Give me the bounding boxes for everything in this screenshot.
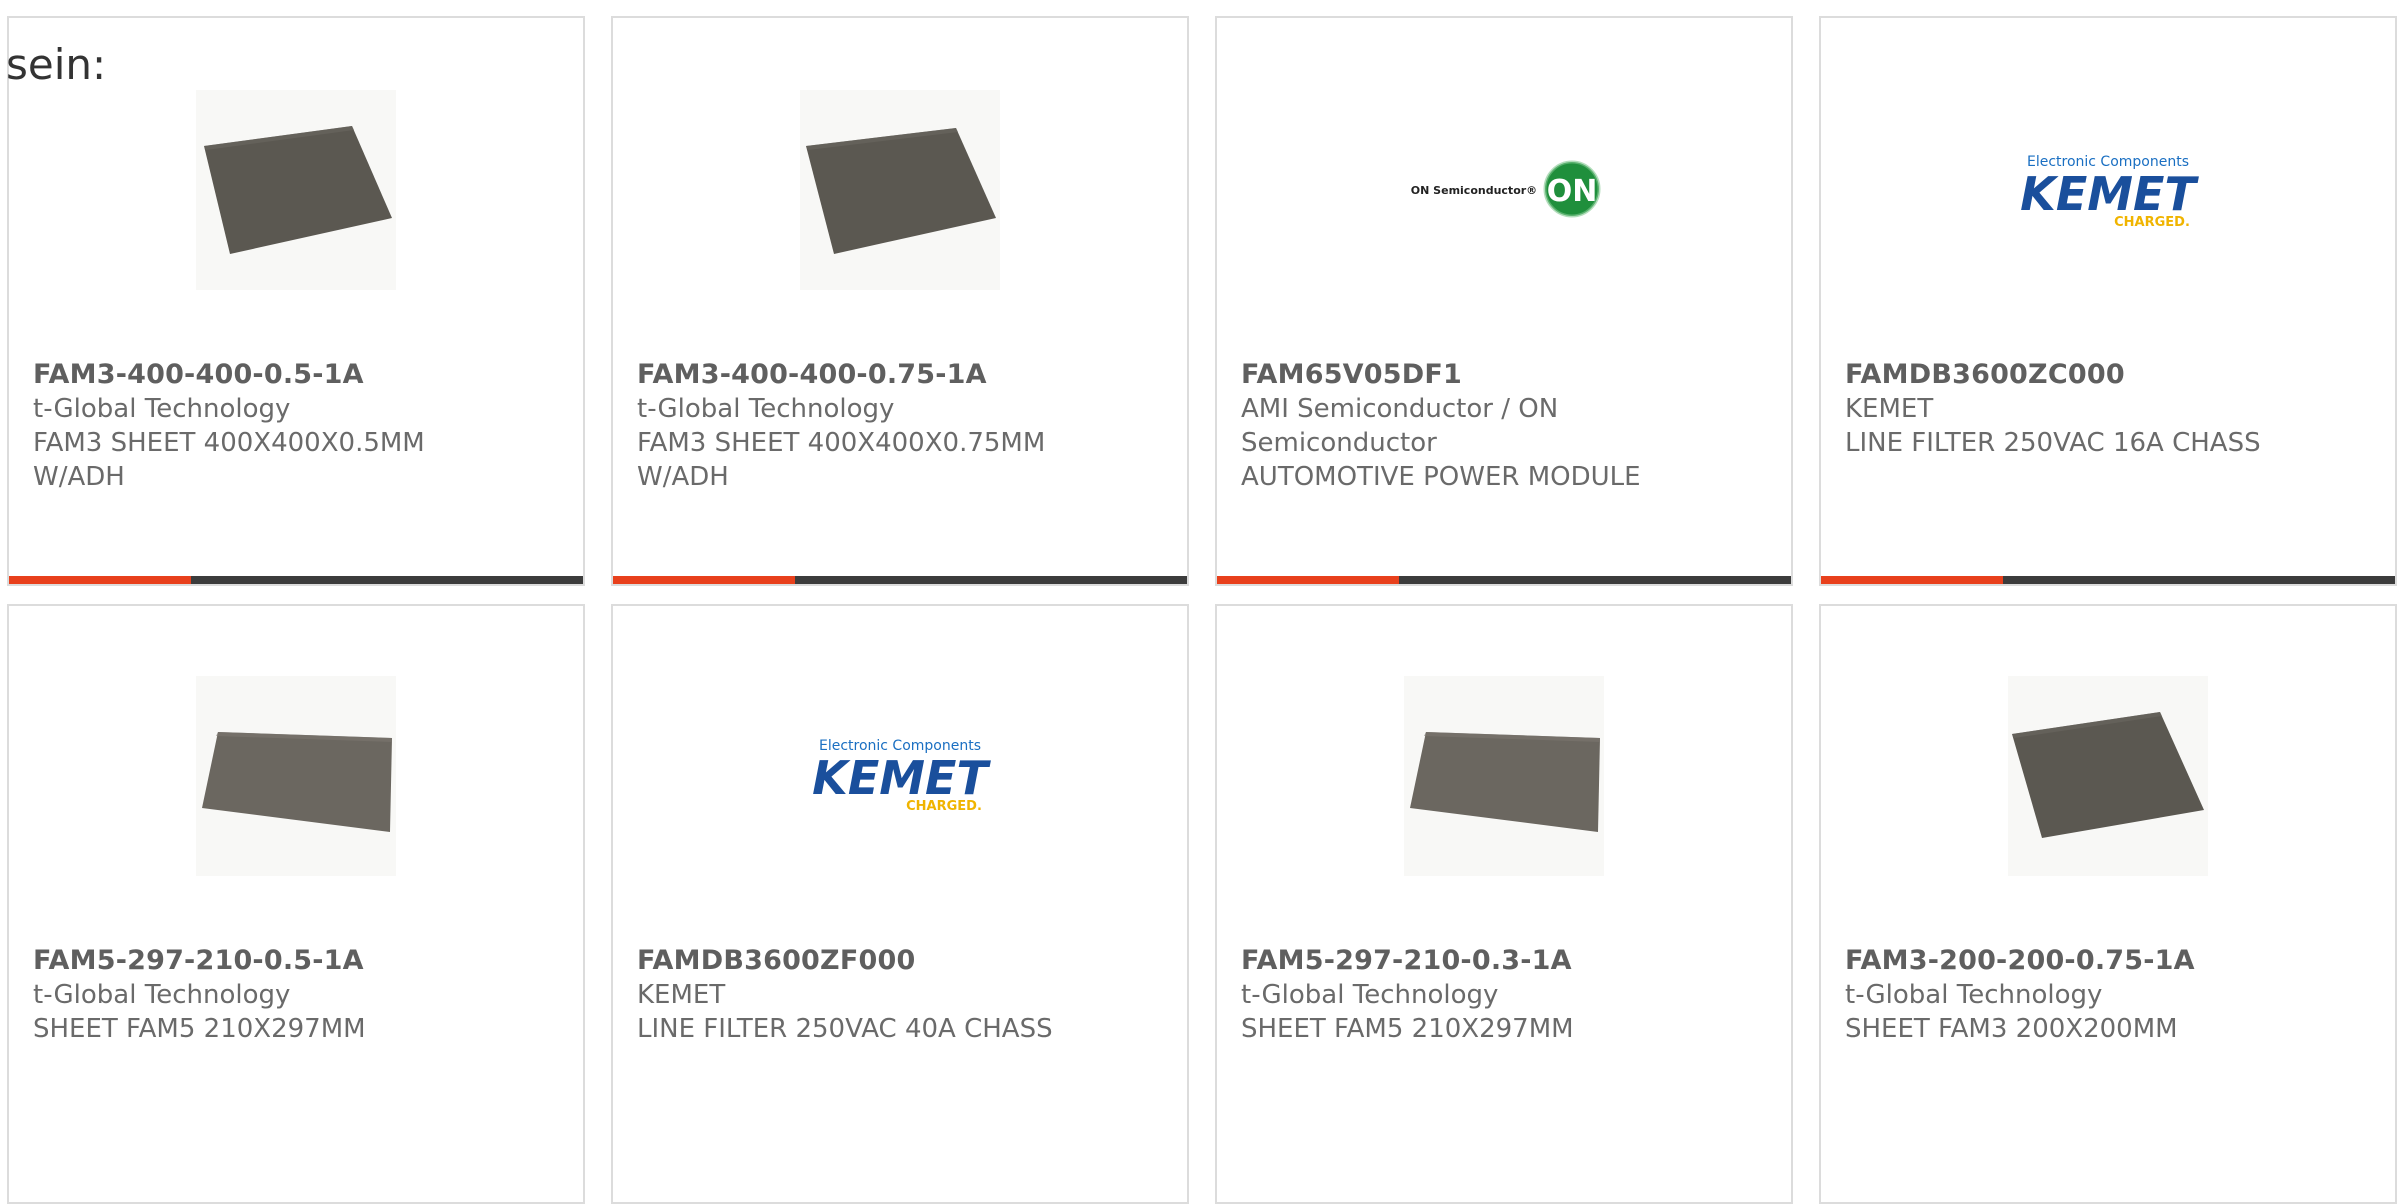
part-number[interactable]: FAMDB3600ZC000 — [1845, 358, 2371, 392]
product-card[interactable]: Electronic Components KEMET CHARGED. FAM… — [1819, 16, 2397, 586]
thermal-sheet-image — [196, 90, 396, 290]
manufacturer: KEMET — [1845, 394, 1934, 424]
logo-bottom: CHARGED. — [2114, 215, 2190, 230]
logo-main: KEMET — [2020, 167, 2199, 221]
description-line: FAM3 SHEET 400X400X0.75MM — [637, 428, 1046, 458]
manufacturer: KEMET — [637, 980, 726, 1010]
product-image[interactable] — [800, 90, 1000, 290]
logo-badge: ON — [1547, 174, 1598, 209]
product-image[interactable] — [196, 676, 396, 876]
description-line: W/ADH — [33, 462, 125, 492]
product-card[interactable]: FAM3-200-200-0.75-1A t-Global Technology… — [1819, 604, 2397, 1204]
card-progress-bar — [1821, 576, 2395, 584]
description-line: LINE FILTER 250VAC 16A CHASS — [1845, 428, 2261, 458]
logo-bottom: CHARGED. — [906, 799, 982, 814]
thermal-sheet-image — [1404, 676, 1604, 876]
card-progress-accent — [9, 576, 191, 584]
product-image[interactable] — [1404, 676, 1604, 876]
product-card[interactable]: FAM3-400-400-0.75-1A t-Global Technology… — [611, 16, 1189, 586]
part-number[interactable]: FAMDB3600ZF000 — [637, 944, 1163, 978]
product-image[interactable]: Electronic Components KEMET CHARGED. — [2008, 90, 2208, 290]
part-number[interactable]: FAM65V05DF1 — [1241, 358, 1767, 392]
description-line: LINE FILTER 250VAC 40A CHASS — [637, 1014, 1053, 1044]
product-image[interactable]: ON Semiconductor® ON — [1404, 90, 1604, 290]
manufacturer: Semiconductor — [1241, 428, 1437, 458]
manufacturer: t-Global Technology — [1241, 980, 1499, 1010]
thermal-sheet-image — [196, 676, 396, 876]
part-number[interactable]: FAM5-297-210-0.3-1A — [1241, 944, 1767, 978]
intro-text: sein: — [6, 40, 107, 89]
card-progress-bar — [613, 576, 1187, 584]
part-number[interactable]: FAM5-297-210-0.5-1A — [33, 944, 559, 978]
product-image[interactable] — [196, 90, 396, 290]
product-image[interactable]: Electronic Components KEMET CHARGED. — [800, 676, 1000, 876]
product-image[interactable] — [2008, 676, 2208, 876]
manufacturer: AMI Semiconductor / ON — [1241, 394, 1559, 424]
product-card[interactable]: FAM5-297-210-0.5-1A t-Global Technology … — [7, 604, 585, 1204]
card-progress-bar — [9, 576, 583, 584]
part-number[interactable]: FAM3-200-200-0.75-1A — [1845, 944, 2371, 978]
card-progress-accent — [1821, 576, 2003, 584]
description-line: AUTOMOTIVE POWER MODULE — [1241, 462, 1641, 492]
thermal-sheet-image — [800, 90, 1000, 290]
logo-text: ON Semiconductor® — [1411, 184, 1537, 197]
manufacturer: t-Global Technology — [1845, 980, 2103, 1010]
description-line: SHEET FAM5 210X297MM — [1241, 1014, 1574, 1044]
product-card[interactable]: FAM5-297-210-0.3-1A t-Global Technology … — [1215, 604, 1793, 1204]
description-line: SHEET FAM3 200X200MM — [1845, 1014, 2178, 1044]
manufacturer: t-Global Technology — [33, 394, 291, 424]
description-line: SHEET FAM5 210X297MM — [33, 1014, 366, 1044]
product-card[interactable]: Electronic Components KEMET CHARGED. FAM… — [611, 604, 1189, 1204]
product-grid: FAM3-400-400-0.5-1A t-Global Technology … — [7, 16, 2400, 1204]
card-progress-bar — [1217, 576, 1791, 584]
thermal-sheet-image — [2008, 676, 2208, 876]
part-number[interactable]: FAM3-400-400-0.5-1A — [33, 358, 559, 392]
card-progress-accent — [613, 576, 795, 584]
kemet-logo: Electronic Components KEMET CHARGED. — [2020, 154, 2199, 230]
manufacturer: t-Global Technology — [637, 394, 895, 424]
part-number[interactable]: FAM3-400-400-0.75-1A — [637, 358, 1163, 392]
description-line: FAM3 SHEET 400X400X0.5MM — [33, 428, 425, 458]
card-progress-accent — [1217, 576, 1399, 584]
description-line: W/ADH — [637, 462, 729, 492]
manufacturer: t-Global Technology — [33, 980, 291, 1010]
on-semiconductor-logo: ON Semiconductor® ON — [1411, 160, 1601, 218]
product-card[interactable]: FAM3-400-400-0.5-1A t-Global Technology … — [7, 16, 585, 586]
kemet-logo: Electronic Components KEMET CHARGED. — [812, 738, 991, 814]
logo-main: KEMET — [812, 751, 991, 805]
product-card[interactable]: ON Semiconductor® ON FAM65V05DF1 AMI Sem… — [1215, 16, 1793, 586]
